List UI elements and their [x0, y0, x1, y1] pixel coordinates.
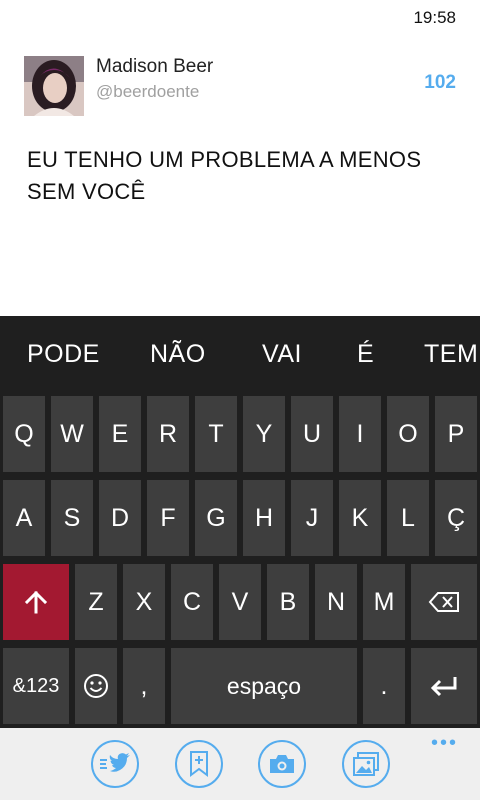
keyboard: Q W E R T Y U I O P A S D F G H J K L Ç … — [0, 394, 480, 728]
avatar — [24, 56, 84, 116]
key[interactable]: M — [363, 564, 405, 640]
key[interactable]: G — [195, 480, 237, 556]
tweet-icon — [100, 753, 130, 772]
emoji-key[interactable] — [75, 648, 117, 724]
suggestion-item[interactable]: VAI — [262, 340, 302, 369]
numbers-symbols-key[interactable]: &123 — [3, 648, 69, 724]
key[interactable]: F — [147, 480, 189, 556]
key[interactable]: E — [99, 396, 141, 472]
key[interactable]: J — [291, 480, 333, 556]
key[interactable]: O — [387, 396, 429, 472]
suggestion-item[interactable]: PODE — [27, 340, 100, 369]
key[interactable]: B — [267, 564, 309, 640]
suggestion-item[interactable]: NÃO — [150, 340, 206, 369]
key[interactable]: N — [315, 564, 357, 640]
enter-arrow-icon — [430, 677, 457, 697]
key[interactable]: A — [3, 480, 45, 556]
character-count: 102 — [424, 72, 456, 93]
key[interactable]: I — [339, 396, 381, 472]
key[interactable]: Y — [243, 396, 285, 472]
key[interactable]: Z — [75, 564, 117, 640]
key[interactable]: P — [435, 396, 477, 472]
backspace-icon — [428, 592, 459, 612]
period-key[interactable]: . — [363, 648, 405, 724]
key[interactable]: D — [99, 480, 141, 556]
key[interactable]: W — [51, 396, 93, 472]
key[interactable]: T — [195, 396, 237, 472]
suggestion-item[interactable]: TEM — [424, 340, 478, 369]
comma-key[interactable]: , — [123, 648, 165, 724]
key[interactable]: H — [243, 480, 285, 556]
shift-arrow-icon — [24, 590, 48, 614]
camera-button[interactable] — [258, 740, 306, 788]
key[interactable]: Ç — [435, 480, 477, 556]
key[interactable]: L — [387, 480, 429, 556]
status-time: 19:58 — [413, 8, 456, 27]
word-suggestion-bar: PODE NÃO VAI É TEM — [0, 316, 480, 394]
key[interactable]: C — [171, 564, 213, 640]
key[interactable]: R — [147, 396, 189, 472]
app-bar: ••• — [0, 728, 480, 800]
enter-key[interactable] — [411, 648, 477, 724]
key[interactable]: V — [219, 564, 261, 640]
key[interactable]: X — [123, 564, 165, 640]
camera-icon — [270, 755, 294, 773]
more-options-button[interactable]: ••• — [431, 732, 458, 755]
key[interactable]: U — [291, 396, 333, 472]
shift-key[interactable] — [3, 564, 69, 640]
status-bar: 19:58 — [0, 0, 480, 34]
key[interactable]: S — [51, 480, 93, 556]
backspace-key[interactable] — [411, 564, 477, 640]
image-gallery-icon — [353, 752, 379, 776]
send-tweet-button[interactable] — [91, 740, 139, 788]
key[interactable]: Q — [3, 396, 45, 472]
smiley-icon — [84, 674, 108, 698]
suggestion-item[interactable]: É — [357, 340, 374, 369]
tweet-text-input[interactable]: EU TENHO UM PROBLEMA A MENOS SEM VOCÊ — [27, 144, 457, 208]
space-key[interactable]: espaço — [171, 648, 357, 724]
user-name: Madison Beer — [96, 56, 214, 77]
image-gallery-button[interactable] — [342, 740, 390, 788]
key[interactable]: K — [339, 480, 381, 556]
add-bookmark-icon — [190, 751, 208, 777]
user-handle: @beerdoente — [96, 82, 200, 101]
compose-area: Madison Beer @beerdoente 102 EU TENHO UM… — [0, 34, 480, 316]
add-bookmark-button[interactable] — [175, 740, 223, 788]
